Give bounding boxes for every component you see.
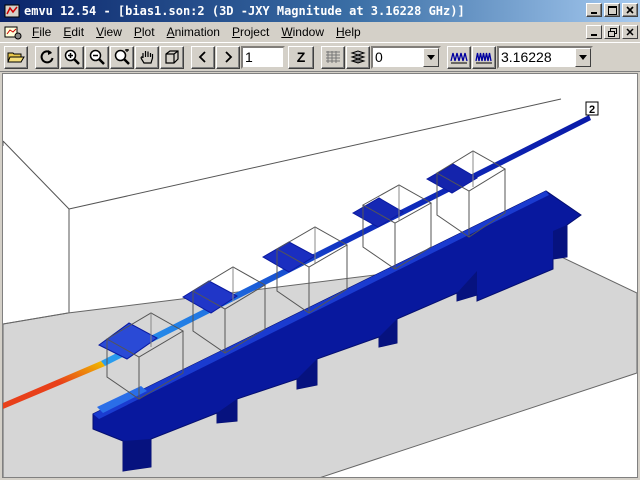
child-close-button[interactable] bbox=[622, 25, 638, 39]
maximize-button[interactable] bbox=[604, 3, 620, 17]
toolbar: 1 Z 0 3.16228 bbox=[0, 42, 640, 72]
frequency-combo-value: 3.16228 bbox=[501, 48, 552, 65]
port-label: 2 bbox=[589, 104, 595, 116]
document-icon[interactable] bbox=[2, 23, 24, 41]
mesh-button[interactable] bbox=[321, 45, 345, 69]
menu-window[interactable]: Window bbox=[275, 23, 330, 41]
z-axis-button[interactable]: Z bbox=[288, 45, 314, 69]
chevron-right-icon bbox=[225, 51, 233, 63]
chevron-left-icon bbox=[198, 51, 206, 63]
freq-down-button[interactable] bbox=[447, 45, 471, 69]
level-input[interactable]: 1 bbox=[241, 45, 285, 69]
restore-icon bbox=[607, 27, 617, 37]
open-button[interactable] bbox=[4, 45, 28, 69]
pad bbox=[425, 163, 478, 194]
pad bbox=[261, 241, 317, 273]
menu-animation[interactable]: Animation bbox=[161, 23, 226, 41]
zoom-in-icon bbox=[64, 49, 80, 65]
frequency-combo[interactable]: 3.16228 bbox=[497, 45, 593, 69]
layer-combo-value: 0 bbox=[375, 48, 383, 65]
child-minimize-button[interactable] bbox=[586, 25, 602, 39]
chevron-down-icon[interactable] bbox=[575, 47, 591, 67]
menu-plot[interactable]: Plot bbox=[128, 23, 161, 41]
3d-view-button[interactable] bbox=[160, 45, 184, 69]
waveform-up-icon bbox=[475, 52, 492, 64]
waveform-down-icon bbox=[450, 52, 468, 64]
menu-bar: File Edit View Plot Animation Project Wi… bbox=[0, 22, 640, 42]
zoom-fit-icon bbox=[114, 49, 130, 65]
menu-help[interactable]: Help bbox=[330, 23, 367, 41]
zoom-in-button[interactable] bbox=[60, 45, 84, 69]
layers-button[interactable] bbox=[346, 45, 370, 69]
menu-view[interactable]: View bbox=[90, 23, 128, 41]
open-folder-icon bbox=[7, 52, 25, 63]
rotate-button[interactable] bbox=[35, 45, 59, 69]
3d-viewport[interactable]: 2 bbox=[2, 73, 638, 478]
freq-up-button[interactable] bbox=[472, 45, 496, 69]
chevron-down-icon[interactable] bbox=[423, 47, 439, 67]
pan-hand-icon bbox=[140, 51, 154, 64]
menu-edit[interactable]: Edit bbox=[57, 23, 90, 41]
current-density-plot[interactable]: 2 bbox=[3, 74, 637, 477]
close-icon bbox=[626, 6, 634, 14]
minimize-icon bbox=[591, 34, 597, 36]
box-back-wall bbox=[68, 98, 562, 210]
close-button[interactable] bbox=[622, 3, 638, 17]
minimize-button[interactable] bbox=[586, 3, 602, 17]
cube-icon bbox=[165, 50, 179, 64]
zoom-out-button[interactable] bbox=[85, 45, 109, 69]
window-title: emvu 12.54 - [bias1.son:2 (3D -JXY Magni… bbox=[24, 4, 465, 18]
pan-button[interactable] bbox=[135, 45, 159, 69]
minimize-icon bbox=[591, 12, 597, 14]
child-restore-button[interactable] bbox=[604, 25, 620, 39]
previous-button[interactable] bbox=[191, 45, 215, 69]
menu-project[interactable]: Project bbox=[226, 23, 275, 41]
app-icon[interactable] bbox=[4, 3, 20, 19]
rotate-icon bbox=[40, 50, 54, 64]
maximize-icon bbox=[607, 5, 617, 15]
ground-tooth bbox=[123, 439, 151, 471]
next-button[interactable] bbox=[216, 45, 240, 69]
layers-icon bbox=[350, 50, 366, 64]
zoom-fit-button[interactable] bbox=[110, 45, 134, 69]
mesh-grid-icon bbox=[326, 51, 340, 63]
layer-combo[interactable]: 0 bbox=[371, 45, 441, 69]
menu-file[interactable]: File bbox=[26, 23, 57, 41]
title-bar[interactable]: emvu 12.54 - [bias1.son:2 (3D -JXY Magni… bbox=[0, 0, 640, 22]
close-icon bbox=[626, 28, 634, 36]
zoom-out-icon bbox=[89, 49, 105, 65]
